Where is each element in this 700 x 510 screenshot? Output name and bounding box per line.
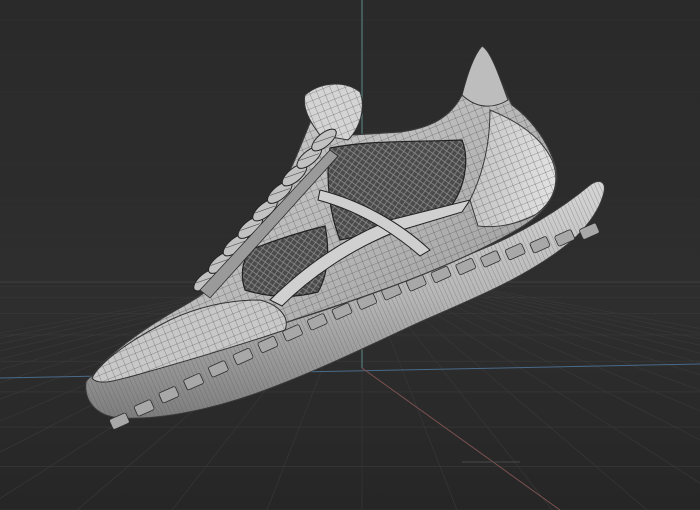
3d-viewport[interactable] [0,0,700,510]
viewport-canvas[interactable] [0,0,700,510]
